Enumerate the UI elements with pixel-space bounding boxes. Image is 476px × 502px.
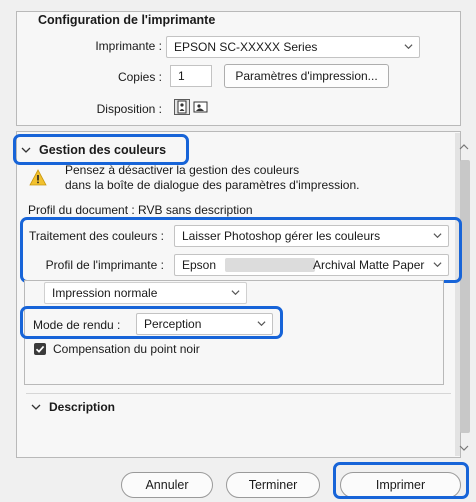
color-management-highlight — [13, 134, 189, 165]
portrait-layout-icon — [177, 100, 187, 114]
chevron-down-icon — [231, 290, 240, 296]
black-point-checkbox[interactable] — [34, 343, 46, 355]
printer-select-value: EPSON SC-XXXXX Series — [174, 40, 318, 54]
scroll-up-icon[interactable] — [459, 143, 469, 151]
printer-label: Imprimante : — [95, 39, 162, 53]
scrollbar-thumb[interactable] — [460, 160, 470, 433]
printer-setup-title: Configuration de l'imprimante — [38, 13, 216, 27]
warning-text-line2: dans la boîte de dialogue des paramètres… — [65, 178, 360, 192]
print-settings-button[interactable]: Paramètres d'impression... — [224, 64, 389, 88]
layout-label: Disposition : — [96, 102, 162, 116]
print-button-highlight — [333, 462, 469, 499]
chevron-down-icon — [404, 44, 413, 50]
layout-landscape-button[interactable] — [193, 99, 209, 115]
black-point-label[interactable]: Compensation du point noir — [53, 342, 200, 356]
chevron-down-icon[interactable] — [31, 403, 41, 411]
document-profile: Profil du document : RVB sans descriptio… — [28, 203, 253, 217]
rendering-intent-highlight — [20, 306, 283, 339]
profile-settings-highlight — [20, 217, 462, 283]
section-divider — [26, 393, 451, 394]
warning-icon — [29, 169, 47, 186]
print-mode-select[interactable]: Impression normale — [44, 282, 247, 304]
layout-portrait-button[interactable] — [174, 99, 190, 115]
copies-label: Copies : — [117, 70, 162, 84]
print-mode-value: Impression normale — [52, 286, 158, 300]
checkmark-icon — [35, 345, 45, 353]
landscape-layout-icon — [193, 101, 208, 113]
warning-text-line1: Pensez à désactiver la gestion des coule… — [65, 163, 300, 177]
description-title[interactable]: Description — [49, 400, 115, 414]
printer-select[interactable]: EPSON SC-XXXXX Series — [166, 36, 420, 58]
copies-input[interactable]: 1 — [170, 65, 212, 87]
scroll-down-icon[interactable] — [459, 444, 469, 452]
done-button[interactable]: Terminer — [226, 472, 320, 498]
cancel-button[interactable]: Annuler — [121, 472, 213, 498]
